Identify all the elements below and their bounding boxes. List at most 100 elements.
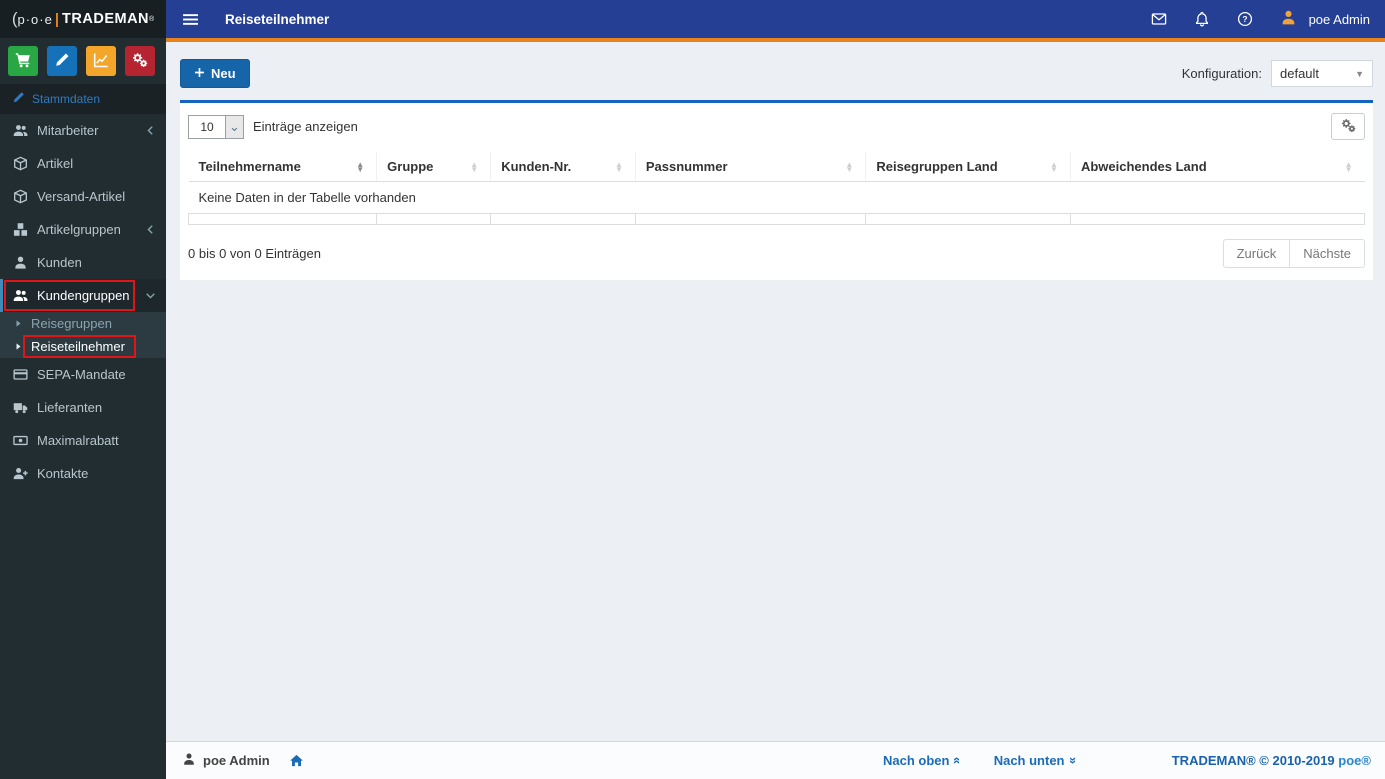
- new-button[interactable]: Neu: [180, 59, 250, 88]
- sidebar-item-artikel[interactable]: Artikel: [0, 147, 166, 180]
- sidebar-item-label: Kontakte: [37, 466, 89, 481]
- table-settings-button[interactable]: [1331, 113, 1365, 140]
- sidebar-item-label: Artikelgruppen: [37, 222, 121, 237]
- cube-icon: [12, 189, 28, 204]
- table-header-row: Teilnehmername ▲ ▼ Gruppe ▲ ▼ Kunden-Nr. ▲ ▼ Pass…: [188, 152, 1365, 182]
- pagination: Zurück Nächste: [1222, 239, 1365, 268]
- column-header-teilnehmername[interactable]: Teilnehmername ▲ ▼: [188, 152, 378, 182]
- sidebar-item-maximalrabatt[interactable]: Maximalrabatt: [0, 424, 166, 457]
- page-title: Reiseteilnehmer: [225, 11, 330, 27]
- plus-icon: [194, 66, 205, 81]
- cogs-button[interactable]: [125, 46, 155, 76]
- next-page-button[interactable]: Nächste: [1290, 239, 1365, 268]
- hamburger-menu-icon[interactable]: [178, 7, 203, 32]
- sidebar: (p·o·e | TRADEMAN ® Stammdaten Mitarbeiter A…: [0, 0, 166, 779]
- table-footer-cell: [490, 213, 636, 225]
- page-toolbar: Neu Konfiguration: default ▼: [180, 59, 1373, 88]
- table-footer-cell: [187, 213, 378, 225]
- previous-page-button[interactable]: Zurück: [1222, 239, 1291, 268]
- sidebar-subitem-reisegruppen[interactable]: Reisegruppen: [0, 312, 166, 335]
- user-menu[interactable]: poe Admin: [1280, 9, 1370, 29]
- question-icon[interactable]: ?: [1237, 11, 1253, 27]
- sidebar-item-mitarbeiter[interactable]: Mitarbeiter: [0, 114, 166, 147]
- chart-button[interactable]: [86, 46, 116, 76]
- column-header-kunden-nr-[interactable]: Kunden-Nr. ▲ ▼: [490, 152, 636, 182]
- sort-icon: ▲ ▼: [356, 159, 365, 174]
- cogs-icon: [132, 52, 148, 71]
- sidebar-subitem-label: Reisegruppen: [31, 316, 112, 331]
- cart-icon: [15, 52, 31, 71]
- chart-icon: [93, 52, 109, 71]
- configuration-select[interactable]: default ▼: [1271, 60, 1373, 87]
- envelope-icon[interactable]: [1151, 11, 1167, 27]
- page-length-value: 10: [200, 119, 214, 134]
- column-header-reisegruppen-land[interactable]: Reisegruppen Land ▲ ▼: [865, 152, 1071, 182]
- content-area: Neu Konfiguration: default ▼ 10 ⌄ Einträ…: [166, 42, 1385, 741]
- sidebar-item-label: Artikel: [37, 156, 74, 171]
- sidebar-menu: Mitarbeiter Artikel Versand-Artikel Artikel…: [0, 114, 166, 779]
- users-icon: [12, 288, 28, 303]
- scroll-top-link[interactable]: Nach oben «: [883, 753, 966, 768]
- chevron-down-icon: [145, 290, 156, 301]
- sidebar-item-kontakte[interactable]: Kontakte: [0, 457, 166, 490]
- edit-button[interactable]: [47, 46, 77, 76]
- caret-right-icon: [14, 319, 23, 328]
- card-icon: [12, 367, 28, 382]
- home-icon[interactable]: [289, 753, 304, 768]
- app-logo[interactable]: (p·o·e | TRADEMAN ®: [0, 0, 166, 38]
- sidebar-item-sepa-mandate[interactable]: SEPA-Mandate: [0, 358, 166, 391]
- logo-separator: |: [54, 10, 60, 28]
- sidebar-item-versand-artikel[interactable]: Versand-Artikel: [0, 180, 166, 213]
- sidebar-item-lieferanten[interactable]: Lieferanten: [0, 391, 166, 424]
- chevron-left-icon: [145, 224, 156, 235]
- sidebar-item-label: Versand-Artikel: [37, 189, 126, 204]
- configuration-label: Konfiguration:: [1181, 66, 1262, 81]
- footer-user-info: poe Admin: [182, 752, 304, 769]
- sidebar-subitem-label: Reiseteilnehmer: [31, 339, 125, 354]
- user-icon: [182, 752, 196, 769]
- cubes-icon: [12, 222, 28, 237]
- page-length-select[interactable]: 10 ⌄: [188, 114, 244, 139]
- sidebar-section-stammdaten: Stammdaten: [0, 84, 166, 114]
- logo-brand-text: TRADEMAN: [62, 11, 150, 27]
- sidebar-submenu: Reisegruppen Reiseteilnehmer: [0, 312, 166, 358]
- footer: poe Admin Nach oben « Nach unten » TRADE…: [166, 741, 1385, 779]
- topbar: Reiseteilnehmer ? poe Admin: [166, 0, 1385, 42]
- scroll-bottom-link[interactable]: Nach unten »: [994, 753, 1081, 768]
- table-footer-row: [187, 213, 1366, 225]
- main-area: Reiseteilnehmer ? poe Admin Neu Konfigur…: [166, 0, 1385, 779]
- topbar-actions: ? poe Admin: [1151, 9, 1370, 29]
- reiseteilnehmer-table: Teilnehmername ▲ ▼ Gruppe ▲ ▼ Kunden-Nr. ▲ ▼ Pass…: [187, 152, 1366, 225]
- sidebar-item-label: Maximalrabatt: [37, 433, 119, 448]
- sidebar-item-artikelgruppen[interactable]: Artikelgruppen: [0, 213, 166, 246]
- double-chevron-down-icon: »: [1065, 756, 1081, 765]
- table-pagination-bar: 0 bis 0 von 0 Einträgen Zurück Nächste: [188, 239, 1365, 268]
- table-controls: 10 ⌄ Einträge anzeigen: [188, 113, 1365, 140]
- sort-icon: ▲ ▼: [1050, 159, 1058, 174]
- configuration-control: Konfiguration: default ▼: [1182, 60, 1373, 87]
- column-header-passnummer[interactable]: Passnummer ▲ ▼: [635, 152, 867, 182]
- footer-links: Nach oben « Nach unten » TRADEMAN® © 201…: [883, 753, 1371, 768]
- cart-button[interactable]: [8, 46, 38, 76]
- gear-icon: [1341, 118, 1356, 136]
- sidebar-item-label: Lieferanten: [37, 400, 103, 415]
- bell-icon[interactable]: [1194, 11, 1210, 27]
- column-header-gruppe[interactable]: Gruppe ▲ ▼: [376, 152, 492, 182]
- column-header-abweichendes-land[interactable]: Abweichendes Land ▲ ▼: [1070, 152, 1365, 182]
- configuration-value: default: [1280, 66, 1320, 81]
- app-window: (p·o·e | TRADEMAN ® Stammdaten Mitarbeiter A…: [0, 0, 1385, 779]
- sort-icon: ▲ ▼: [845, 159, 854, 174]
- logo-registered-mark: ®: [149, 15, 155, 23]
- sidebar-subitem-reiseteilnehmer[interactable]: Reiseteilnehmer: [0, 335, 166, 358]
- svg-text:?: ?: [1242, 14, 1247, 24]
- sidebar-item-kunden[interactable]: Kunden: [0, 246, 166, 279]
- users-icon: [12, 123, 28, 138]
- sidebar-item-kundengruppen[interactable]: Kundengruppen: [0, 279, 166, 312]
- table-info-text: 0 bis 0 von 0 Einträgen: [188, 246, 321, 261]
- sort-icon: ▲ ▼: [470, 159, 479, 174]
- empty-table-message: Keine Daten in der Tabelle vorhanden: [188, 181, 1365, 214]
- quick-launch-bar: [0, 38, 166, 84]
- pencil-icon: [54, 52, 70, 71]
- sidebar-item-label: Kunden: [37, 255, 82, 270]
- truck-icon: [12, 400, 28, 415]
